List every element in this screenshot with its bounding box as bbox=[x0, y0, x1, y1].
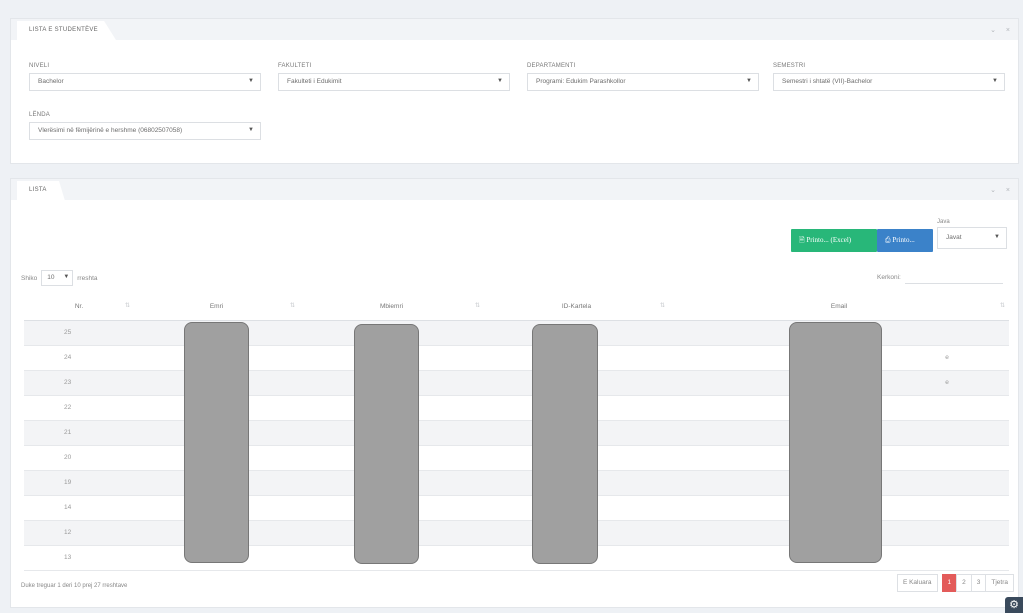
print-excel-button[interactable]: 🗎 Printo... (Excel) bbox=[791, 229, 877, 252]
nr-cell: 22 bbox=[24, 395, 134, 421]
lenda-select[interactable]: Vlerësimi në fëmijërinë e hershme (06802… bbox=[29, 122, 261, 140]
show-prefix: Shiko bbox=[21, 274, 38, 282]
chevron-down-icon: ▼ bbox=[248, 78, 254, 84]
select-value: 10 bbox=[47, 274, 55, 281]
close-icon[interactable]: × bbox=[1006, 187, 1010, 194]
filter-departamenti: DEPARTAMENTI Programi: Edukim Parashkoll… bbox=[527, 63, 759, 91]
chevron-down-icon: ▼ bbox=[497, 78, 503, 84]
select-value: Programi: Edukim Parashkollor bbox=[536, 78, 626, 85]
button-label: Printo... (Excel) bbox=[806, 236, 852, 244]
button-label: Printo... bbox=[892, 236, 915, 244]
panel-header: LISTA E STUDENTËVE ⌄ × bbox=[11, 19, 1018, 40]
panel-header: LISTA ⌄ × bbox=[11, 179, 1018, 200]
java-filter: Java Javat ▼ bbox=[937, 219, 1007, 249]
close-icon[interactable]: × bbox=[1006, 27, 1010, 34]
email-fragment: e bbox=[945, 354, 949, 361]
redaction-block-id-kartela bbox=[532, 324, 598, 564]
filter-label: SEMESTRI bbox=[773, 63, 806, 69]
pagination-next[interactable]: Tjetra bbox=[985, 574, 1014, 592]
redaction-block-email bbox=[789, 322, 882, 563]
search-control: Kerkoni: bbox=[877, 270, 1003, 284]
pagination-page-1[interactable]: 1 bbox=[941, 574, 958, 592]
select-value: Fakulteti i Edukimit bbox=[287, 78, 342, 85]
pagination-page-3[interactable]: 3 bbox=[970, 574, 987, 592]
gear-icon[interactable]: ⚙ bbox=[1005, 597, 1023, 613]
panel-title: LISTA bbox=[17, 181, 65, 200]
chevron-down-icon: ▼ bbox=[994, 234, 1000, 240]
sort-icon: ⇅ bbox=[659, 303, 665, 309]
select-value: Vlerësimi në fëmijërinë e hershme (06802… bbox=[38, 127, 183, 134]
filter-semestri: SEMESTRI Semestri i shtatë (VII)-Bachelo… bbox=[773, 63, 1005, 91]
panel-tools: ⌄ × bbox=[982, 186, 1010, 194]
page-length-select[interactable]: 10 ▼ bbox=[41, 270, 74, 286]
list-panel: LISTA ⌄ × 🗎 Printo... (Excel) ⎙ Printo..… bbox=[10, 178, 1019, 608]
pagination-page-2[interactable]: 2 bbox=[956, 574, 972, 592]
java-select[interactable]: Javat ▼ bbox=[937, 227, 1007, 249]
page-length-control: Shiko 10 ▼ rreshta bbox=[21, 270, 98, 286]
filter-label: LËNDA bbox=[29, 112, 51, 118]
nr-cell: 21 bbox=[24, 420, 134, 446]
collapse-icon[interactable]: ⌄ bbox=[990, 187, 996, 194]
pagination-previous[interactable]: E Kaluara bbox=[896, 574, 938, 592]
column-header-nr[interactable]: Nr. ⇅ bbox=[24, 293, 134, 321]
column-header-id-kartela[interactable]: ID-Kartela ⇅ bbox=[484, 293, 669, 321]
nr-cell: 23 bbox=[24, 370, 134, 396]
collapse-icon[interactable]: ⌄ bbox=[990, 27, 996, 34]
select-value: Semestri i shtatë (VII)-Bachelor bbox=[782, 78, 873, 85]
filter-lenda: LËNDA Vlerësimi në fëmijërinë e hershme … bbox=[29, 112, 261, 140]
filter-label: FAKULTETI bbox=[278, 63, 312, 69]
email-fragment: e bbox=[945, 379, 949, 386]
search-input[interactable] bbox=[904, 270, 1003, 284]
filter-niveli: NIVELI Bachelor ▼ bbox=[29, 63, 261, 91]
sort-icon: ⇅ bbox=[124, 303, 130, 309]
select-value: Bachelor bbox=[38, 78, 64, 85]
nr-cell: 20 bbox=[24, 445, 134, 471]
column-header-mbiemri[interactable]: Mbiemri ⇅ bbox=[299, 293, 484, 321]
search-label: Kerkoni: bbox=[877, 273, 901, 281]
redaction-block-mbiemri bbox=[354, 324, 419, 564]
show-suffix: rreshta bbox=[77, 274, 98, 282]
nr-cell: 12 bbox=[24, 520, 134, 546]
nr-cell: 14 bbox=[24, 495, 134, 521]
filter-label: DEPARTAMENTI bbox=[527, 63, 576, 69]
column-header-emri[interactable]: Emri ⇅ bbox=[134, 293, 299, 321]
print-button[interactable]: ⎙ Printo... bbox=[877, 229, 933, 252]
nr-cell: 24 bbox=[24, 345, 134, 371]
column-header-email[interactable]: Email ⇅ bbox=[669, 293, 1009, 321]
select-value: Javat bbox=[946, 234, 962, 241]
filter-fakulteti: FAKULTETI Fakulteti i Edukimit ▼ bbox=[278, 63, 510, 91]
sort-icon: ⇅ bbox=[289, 303, 295, 309]
semestri-select[interactable]: Semestri i shtatë (VII)-Bachelor ▼ bbox=[773, 73, 1005, 91]
departamenti-select[interactable]: Programi: Edukim Parashkollor ▼ bbox=[527, 73, 759, 91]
panel-tools: ⌄ × bbox=[982, 26, 1010, 34]
panel-title: LISTA E STUDENTËVE bbox=[17, 21, 116, 40]
nr-cell: 13 bbox=[24, 545, 134, 571]
nr-cell: 25 bbox=[24, 320, 134, 346]
fakulteti-select[interactable]: Fakulteti i Edukimit ▼ bbox=[278, 73, 510, 91]
niveli-select[interactable]: Bachelor ▼ bbox=[29, 73, 261, 91]
sort-icon: ⇅ bbox=[474, 303, 480, 309]
chevron-down-icon: ▼ bbox=[992, 78, 998, 84]
student-list-panel: LISTA E STUDENTËVE ⌄ × NIVELI Bachelor ▼… bbox=[10, 18, 1019, 164]
sort-icon: ⇅ bbox=[999, 303, 1005, 309]
chevron-down-icon: ▼ bbox=[746, 78, 752, 84]
nr-cell: 19 bbox=[24, 470, 134, 496]
pagination: E Kaluara 1 2 3 Tjetra bbox=[896, 574, 1014, 592]
filter-label: NIVELI bbox=[29, 63, 50, 69]
chevron-down-icon: ▼ bbox=[248, 127, 254, 133]
java-label: Java bbox=[937, 219, 950, 225]
chevron-down-icon: ▼ bbox=[63, 274, 70, 280]
table-info: Duke treguar 1 deri 10 prej 27 rreshtave bbox=[21, 583, 128, 589]
redaction-block-emri bbox=[184, 322, 249, 563]
